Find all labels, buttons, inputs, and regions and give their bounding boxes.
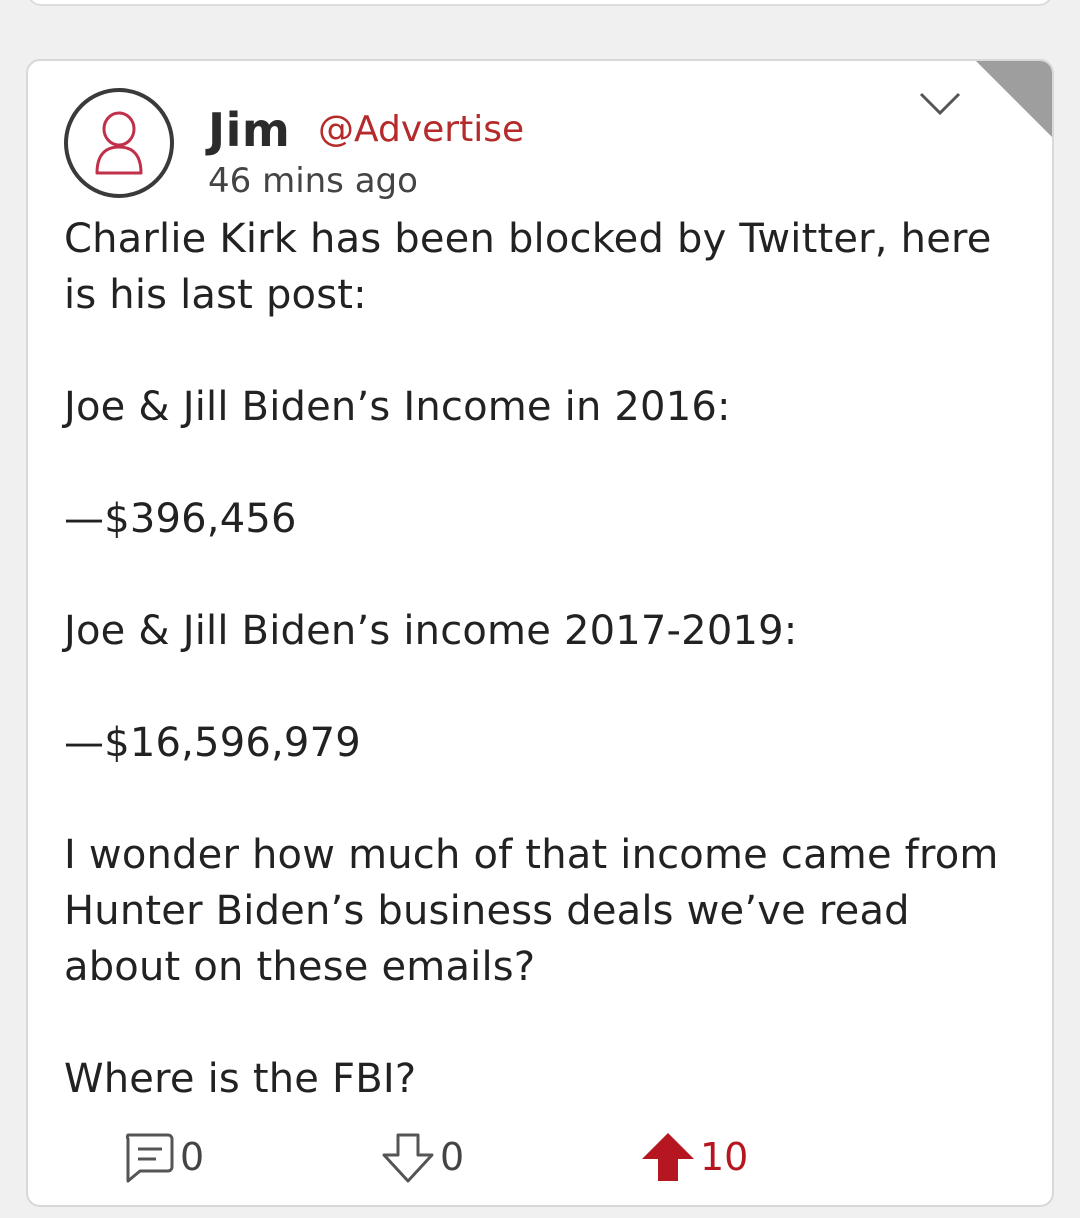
post-line: I wonder how much of that income came fr…: [64, 832, 999, 990]
post-card: Jim @Advertise 46 mins ago Charlie Kirk …: [26, 59, 1054, 1207]
avatar[interactable]: [64, 88, 174, 198]
downvote-button[interactable]: 0: [380, 1129, 464, 1185]
comment-button[interactable]: 0: [120, 1129, 204, 1185]
upvote-count: 10: [700, 1135, 749, 1179]
post-line: Where is the FBI?: [64, 1056, 417, 1102]
previous-post-card: [27, 0, 1053, 6]
downvote-icon: [382, 1133, 434, 1183]
post-timestamp: 46 mins ago: [208, 161, 418, 201]
post-line: —$16,596,979: [64, 720, 361, 766]
post-line: Charlie Kirk has been blocked by Twitter…: [64, 216, 992, 318]
author-name[interactable]: Jim: [208, 103, 290, 157]
comment-count: 0: [180, 1135, 205, 1179]
post-line: Joe & Jill Biden’s income 2017-2019:: [64, 608, 798, 654]
post-body: Charlie Kirk has been blocked by Twitter…: [64, 211, 1034, 1107]
user-icon: [95, 111, 143, 175]
author-handle[interactable]: @Advertise: [318, 109, 524, 150]
post-line: Joe & Jill Biden’s Income in 2016:: [64, 384, 731, 430]
corner-fold: [976, 61, 1052, 137]
downvote-count: 0: [440, 1135, 465, 1179]
chevron-down-icon[interactable]: [918, 91, 962, 117]
comment-icon: [125, 1133, 174, 1183]
upvote-icon: [642, 1133, 694, 1181]
upvote-button[interactable]: 10: [640, 1129, 748, 1185]
post-line: —$396,456: [64, 496, 297, 542]
post-actions: 0 0 10: [28, 1121, 1052, 1191]
